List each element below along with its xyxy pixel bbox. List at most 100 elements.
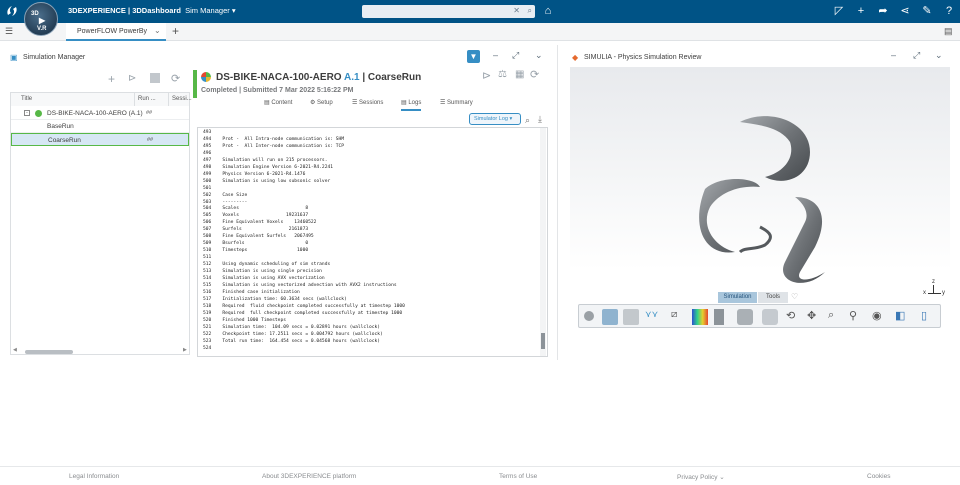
maximize-icon[interactable]: ⤢ <box>512 50 519 61</box>
chevron-down-icon[interactable]: ⌄ <box>154 26 161 35</box>
mesh-icon[interactable] <box>737 309 753 325</box>
zoom-icon[interactable]: ⚲ <box>849 309 865 325</box>
pan-icon[interactable]: ✥ <box>807 309 823 325</box>
tab-sessions[interactable]: ☰ Sessions <box>352 99 383 111</box>
search-input[interactable]: ✕ ⌕ <box>362 5 535 18</box>
row-run: ## <box>146 110 153 116</box>
compass-play-icon: ▶ <box>39 16 46 25</box>
footer-link-cookies[interactable]: Cookies <box>867 473 890 480</box>
chevron-down-icon[interactable]: ⌄ <box>535 50 543 61</box>
share-space-icon[interactable]: ◸ <box>832 4 846 18</box>
share-icon[interactable]: ⋖ <box>898 4 912 18</box>
viewer-toolbar: ⋎⋎ ⧄ ⟲ ✥ ⌕ ⚲ ◉ ◧ ▯ <box>578 304 941 328</box>
refresh-icon[interactable]: ⟳ <box>530 68 539 81</box>
search-icon[interactable]: ⌕ <box>525 115 530 126</box>
row-name: DS-BIKE-NACA-100-AERO (A.1) <box>47 110 143 117</box>
compare-icon[interactable]: ⚖ <box>498 69 507 80</box>
scroll-right-icon[interactable]: ▶ <box>183 347 187 353</box>
menu-icon[interactable]: ☰ <box>5 26 13 37</box>
tab-simulation[interactable]: Simulation <box>718 292 757 303</box>
simulation-tree-table: Title Run ... Sessi... - DS-BIKE-NACA-10… <box>10 92 192 355</box>
top-bar: 3DEXPERIENCE | 3DDashboard Sim Manager ▾… <box>0 0 960 23</box>
plot-icon[interactable]: ⋎⋎ <box>645 309 661 325</box>
tree-row[interactable]: BaseRun <box>11 120 189 133</box>
row-name: CoarseRun <box>48 137 81 144</box>
log-viewer[interactable]: 493 494 Prot - All Intra-node communicat… <box>197 127 548 357</box>
tab-tools[interactable]: Tools <box>758 292 788 303</box>
display-icon[interactable] <box>762 309 778 325</box>
tab-powerflow[interactable]: PowerFLOW PowerBy ⌄ <box>66 23 166 41</box>
simulation-icon <box>201 72 211 82</box>
column-header-run[interactable]: Run ... <box>135 93 169 106</box>
simulia-icon: ◆ <box>572 53 579 62</box>
filter-icon[interactable]: ▼ <box>467 50 480 63</box>
scroll-left-icon[interactable]: ◀ <box>13 347 17 353</box>
color-map-icon[interactable] <box>692 309 708 325</box>
panel-title-viewer: SIMULIA - Physics Simulation Review <box>584 54 702 61</box>
play-icon[interactable]: ⊳ <box>482 69 491 82</box>
tab-logs[interactable]: ▤ Logs <box>401 99 422 111</box>
row-run: ## <box>147 137 154 143</box>
horizontal-scrollbar[interactable] <box>25 350 73 354</box>
tag-icon[interactable]: ⌂ <box>541 4 555 18</box>
ds-logo-icon <box>7 6 17 16</box>
footer-link-legal[interactable]: Legal Information <box>69 473 119 480</box>
column-header-title[interactable]: Title <box>11 93 135 106</box>
compass-widget[interactable]: 3D ▶ V.R <box>24 2 58 36</box>
panel-title-sim-manager: Simulation Manager <box>23 54 86 61</box>
status-bar <box>193 70 197 98</box>
tree-row[interactable]: - DS-BIKE-NACA-100-AERO (A.1) ## <box>11 107 189 120</box>
run-title: DS-BIKE-NACA-100-AERO A.1 | CoarseRun <box>216 72 422 83</box>
refresh-icon[interactable]: ⟳ <box>171 72 180 85</box>
view-icon[interactable]: ◉ <box>872 309 888 325</box>
capture-icon[interactable] <box>623 309 639 325</box>
tab-summary[interactable]: ☰ Summary <box>440 99 473 111</box>
brand-title: 3DEXPERIENCE | 3DDashboard Sim Manager ▾ <box>68 6 236 15</box>
record-icon[interactable] <box>584 311 594 321</box>
add-icon[interactable]: + <box>854 4 868 18</box>
add-tab-icon[interactable]: + <box>172 24 179 38</box>
compass-label: V.R <box>37 26 47 32</box>
panel-toggle-icon[interactable]: ▯ <box>921 309 937 325</box>
footer-link-privacy[interactable]: Privacy Policy ⌄ <box>677 473 725 481</box>
tab-content[interactable]: ▤ Content <box>264 99 292 111</box>
stop-icon[interactable] <box>150 73 160 83</box>
zoom-area-icon[interactable]: ⌕ <box>828 309 844 325</box>
legend-icon[interactable] <box>714 309 724 325</box>
clear-search-icon[interactable]: ✕ <box>513 6 520 15</box>
footer-link-terms[interactable]: Terms of Use <box>499 473 537 480</box>
vertical-scrollbar[interactable] <box>540 128 546 356</box>
3d-box-icon[interactable]: ◧ <box>895 309 911 325</box>
scroll-thumb[interactable] <box>541 333 545 349</box>
footer: Legal Information About 3DEXPERIENCE pla… <box>0 466 960 485</box>
section-icon[interactable]: ⧄ <box>671 309 687 325</box>
help-icon[interactable]: ? <box>942 4 956 18</box>
favorite-icon[interactable]: ♡ <box>791 292 798 301</box>
chevron-down-icon[interactable]: ⌄ <box>935 50 943 61</box>
maximize-icon[interactable]: ⤢ <box>913 50 920 61</box>
column-header-session[interactable]: Sessi... <box>169 93 192 106</box>
rotate-icon[interactable]: ⟲ <box>786 309 802 325</box>
table-icon[interactable]: ▦ <box>515 69 524 80</box>
download-icon[interactable]: ⤓ <box>538 114 542 125</box>
app-icon: ▣ <box>10 53 18 62</box>
tools-icon[interactable]: ✎ <box>920 4 934 18</box>
search-icon[interactable]: ⌕ <box>528 6 532 16</box>
log-text: 493 494 Prot - All Intra-node communicat… <box>203 130 405 351</box>
tab-setup[interactable]: ⚙ Setup <box>310 99 333 111</box>
footer-link-about[interactable]: About 3DEXPERIENCE platform <box>262 473 356 480</box>
tab-bar: ☰ PowerFLOW PowerBy ⌄ + ▤ <box>0 23 960 41</box>
forward-icon[interactable]: ➦ <box>876 4 890 18</box>
log-selector-dropdown[interactable]: Simulator Log ▾ <box>469 113 521 125</box>
collapse-icon[interactable]: - <box>24 110 30 116</box>
tree-row-selected[interactable]: CoarseRun ## <box>11 133 189 146</box>
tab-label: PowerFLOW PowerBy <box>77 28 148 35</box>
add-icon[interactable]: + <box>108 72 115 86</box>
run-status: Completed | Submitted 7 Mar 2022 5:16:22… <box>201 87 354 94</box>
minimize-icon[interactable]: – <box>891 50 896 60</box>
view-cube-icon[interactable] <box>602 309 618 325</box>
run-icon[interactable]: ⊳ <box>128 73 136 84</box>
minimize-icon[interactable]: – <box>493 50 498 60</box>
row-name: BaseRun <box>47 123 74 130</box>
chat-icon[interactable]: ▤ <box>944 26 953 37</box>
